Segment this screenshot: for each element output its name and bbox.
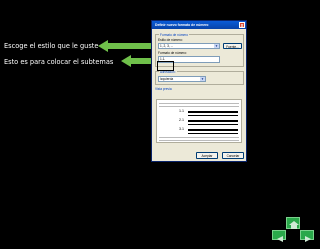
ok-button[interactable]: Aceptar xyxy=(196,152,218,159)
prev-triangle xyxy=(277,236,283,242)
preview-thin-line xyxy=(159,106,239,107)
preview-label: Vista previa xyxy=(155,87,172,91)
style-label: Estilo de número: xyxy=(158,38,183,42)
font-button[interactable]: Fuente... xyxy=(223,43,242,49)
format-highlight-box xyxy=(157,61,174,71)
number-style-value: 1, 2, 3, ... xyxy=(160,44,174,48)
number-style-select[interactable]: 1, 2, 3, ... ▼ xyxy=(158,43,220,49)
alignment-select[interactable]: Izquierda ▼ xyxy=(158,76,206,82)
arrow-left-icon xyxy=(277,236,283,242)
preview-number: 3.1 xyxy=(179,127,184,131)
alignment-group: Alineación: Izquierda ▼ xyxy=(155,70,244,85)
arrow-shape-1 xyxy=(98,40,152,52)
preview-thin-line xyxy=(159,140,239,141)
preview-line xyxy=(188,124,238,125)
number-format-group-label: Formato de número xyxy=(159,33,189,37)
preview-pane: 1.1 2.1 3.1 xyxy=(156,99,242,143)
home-icon xyxy=(289,221,299,229)
preview-thin-line xyxy=(159,137,239,138)
chevron-down-icon[interactable]: ▼ xyxy=(200,77,205,81)
prev-button[interactable] xyxy=(272,230,286,242)
preview-number: 1.1 xyxy=(179,109,184,113)
preview-line xyxy=(188,120,238,122)
home-body xyxy=(291,225,297,229)
close-icon[interactable]: x xyxy=(239,22,245,29)
preview-line xyxy=(188,111,238,113)
dialog-title: Definir nuevo formato de número xyxy=(155,23,209,27)
caption-style: Escoge el estilo que le guste xyxy=(4,42,99,50)
number-format-dialog: Definir nuevo formato de número x Format… xyxy=(151,20,247,162)
chevron-down-icon[interactable]: ▼ xyxy=(214,44,219,48)
preview-line xyxy=(188,133,238,134)
home-button[interactable] xyxy=(286,217,300,229)
next-button[interactable] xyxy=(300,230,314,242)
preview-number: 2.1 xyxy=(179,118,184,122)
dialog-titlebar: Definir nuevo formato de número x xyxy=(152,21,246,29)
alignment-value: Izquierda xyxy=(160,77,174,81)
format-label: Formato de número: xyxy=(158,51,187,55)
caption-subtopics: Esto es para colocar el subtemas xyxy=(4,58,114,66)
home-roof xyxy=(289,221,299,225)
preview-line xyxy=(188,129,238,131)
arrow-right-icon xyxy=(305,236,311,242)
cancel-button[interactable]: Cancelar xyxy=(222,152,244,159)
arrow-to-style xyxy=(98,40,152,52)
preview-thin-line xyxy=(159,103,239,104)
next-triangle xyxy=(305,236,311,242)
preview-line xyxy=(188,115,238,116)
